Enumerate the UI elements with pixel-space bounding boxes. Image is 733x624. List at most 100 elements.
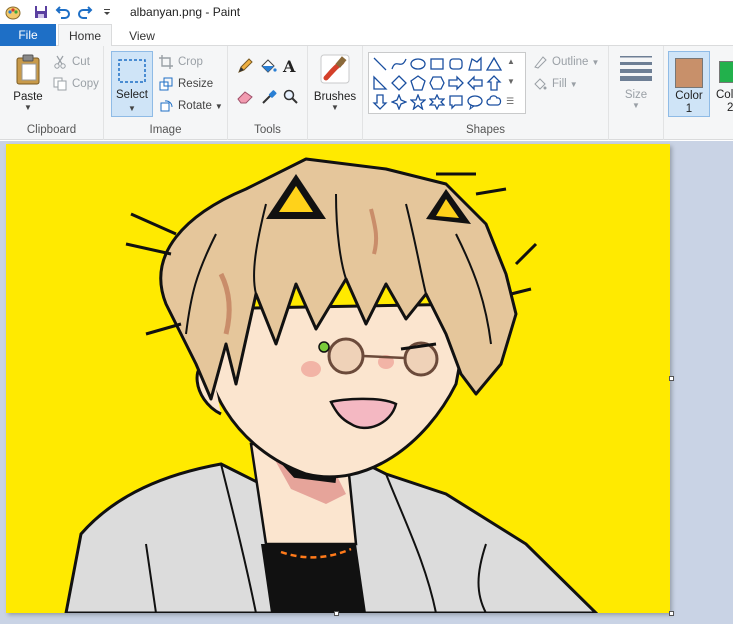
fill-button[interactable]: Fill ▼ (532, 74, 578, 94)
color1-button[interactable]: Color 1 (668, 51, 710, 117)
line-size-icon (620, 54, 652, 85)
copy-label: Copy (72, 78, 99, 90)
shapes-scroll-down-icon[interactable]: ▼ (507, 77, 515, 86)
resize-button[interactable]: Resize (158, 74, 213, 94)
brushes-dropdown-icon[interactable]: ▼ (331, 103, 339, 112)
magnifier-icon[interactable] (283, 89, 299, 108)
down-arrow-shape-icon[interactable] (371, 93, 389, 111)
color1-label: Color (675, 90, 703, 102)
brushes-label: Brushes (313, 91, 357, 103)
size-group: Size ▼ (609, 46, 664, 140)
tab-home[interactable]: Home (58, 24, 112, 47)
color2-swatch (719, 61, 733, 83)
brushes-button[interactable]: Brushes ▼ (312, 54, 358, 112)
crop-icon (158, 54, 174, 70)
curve-shape-icon[interactable] (390, 55, 408, 73)
rounded-callout-shape-icon[interactable] (447, 93, 465, 111)
cloud-callout-shape-icon[interactable] (485, 93, 503, 111)
size-button[interactable]: Size ▼ (617, 54, 655, 110)
diamond-shape-icon[interactable] (390, 74, 408, 92)
rounded-rectangle-shape-icon[interactable] (447, 55, 465, 73)
clipboard-group: Paste ▼ Cut Copy Clipboard (0, 46, 104, 140)
copy-icon (52, 76, 68, 92)
fill-icon (532, 76, 548, 92)
clipboard-group-label: Clipboard (26, 124, 77, 136)
oval-callout-shape-icon[interactable] (466, 93, 484, 111)
oval-shape-icon[interactable] (409, 55, 427, 73)
fill-dropdown-icon[interactable]: ▼ (570, 80, 578, 89)
rotate-label: Rotate (178, 100, 212, 112)
text-tool-icon[interactable]: A (283, 57, 295, 76)
brushes-group: Brushes ▼ (308, 46, 363, 140)
select-dropdown-icon[interactable]: ▼ (112, 104, 152, 113)
pencil-icon[interactable] (237, 58, 253, 77)
paste-dropdown-icon[interactable]: ▼ (24, 103, 32, 112)
color2-number: 2 (727, 102, 733, 114)
resize-handle-corner[interactable] (669, 611, 674, 616)
paste-label: Paste (13, 91, 43, 103)
ribbon: Paste ▼ Cut Copy Clipboard Image Select … (0, 46, 733, 140)
outline-dropdown-icon[interactable]: ▼ (591, 58, 599, 67)
customize-quick-access-icon[interactable] (98, 3, 116, 21)
pentagon-shape-icon[interactable] (409, 74, 427, 92)
copy-button[interactable]: Copy (52, 74, 99, 94)
outline-button[interactable]: Outline ▼ (532, 52, 599, 72)
window-title: albanyan.png - Paint (130, 5, 241, 19)
selection-rectangle-icon (117, 58, 147, 87)
brush-icon (320, 54, 350, 87)
color2-label: Col (716, 89, 733, 101)
image-group-label: Image (149, 124, 182, 136)
undo-icon[interactable] (54, 3, 72, 21)
up-arrow-shape-icon[interactable] (485, 74, 503, 92)
rectangle-shape-icon[interactable] (428, 55, 446, 73)
paste-button[interactable]: Paste ▼ (8, 54, 48, 112)
resize-handle-right[interactable] (669, 376, 674, 381)
color2-button[interactable]: Col 2 (714, 51, 733, 117)
color-picker-icon[interactable] (261, 89, 277, 108)
ribbon-tabs: File Home View (0, 24, 733, 47)
polygon-shape-icon[interactable] (466, 55, 484, 73)
outline-label: Outline (552, 56, 589, 68)
crop-button[interactable]: Crop (158, 52, 203, 72)
five-point-star-shape-icon[interactable] (409, 93, 427, 111)
drawing-canvas[interactable] (6, 144, 670, 613)
color1-number: 1 (685, 103, 693, 115)
right-arrow-shape-icon[interactable] (447, 74, 465, 92)
tools-group: A Tools (228, 46, 308, 140)
title-bar: albanyan.png - Paint (0, 0, 733, 24)
eraser-icon[interactable] (237, 90, 253, 107)
color1-swatch (675, 58, 703, 88)
resize-label: Resize (178, 78, 214, 90)
right-triangle-shape-icon[interactable] (371, 74, 389, 92)
scissors-icon (52, 54, 68, 70)
cut-button[interactable]: Cut (52, 52, 90, 72)
shapes-gallery: ▲ ▼ ☰ (368, 52, 526, 114)
size-dropdown-icon[interactable]: ▼ (632, 101, 640, 110)
shapes-scroll-up-icon[interactable]: ▲ (507, 57, 515, 66)
shapes-group-label: Shapes (465, 124, 505, 136)
paint-app-icon[interactable] (4, 3, 22, 21)
save-icon[interactable] (32, 3, 50, 21)
select-button[interactable]: Select ▼ (111, 51, 153, 117)
shapes-expand-icon[interactable]: ☰ (506, 96, 514, 107)
tab-view[interactable]: View (116, 24, 168, 47)
resize-icon (158, 76, 174, 92)
left-arrow-shape-icon[interactable] (466, 74, 484, 92)
character-artwork (64, 157, 599, 613)
six-point-star-shape-icon[interactable] (428, 93, 446, 111)
hexagon-shape-icon[interactable] (428, 74, 446, 92)
four-point-star-shape-icon[interactable] (390, 93, 408, 111)
rotate-button[interactable]: Rotate ▼ (158, 96, 223, 116)
rotate-dropdown-icon[interactable]: ▼ (215, 102, 223, 111)
line-shape-icon[interactable] (371, 55, 389, 73)
size-label: Size (624, 89, 648, 101)
triangle-shape-icon[interactable] (485, 55, 503, 73)
resize-handle-bottom[interactable] (334, 611, 339, 616)
redo-icon[interactable] (76, 3, 94, 21)
canvas-workspace (0, 141, 733, 624)
select-label: Select (116, 89, 148, 101)
tab-file[interactable]: File (0, 24, 56, 46)
fill-bucket-icon[interactable] (259, 58, 277, 77)
tools-group-label: Tools (254, 124, 281, 136)
fill-label: Fill (552, 78, 567, 90)
